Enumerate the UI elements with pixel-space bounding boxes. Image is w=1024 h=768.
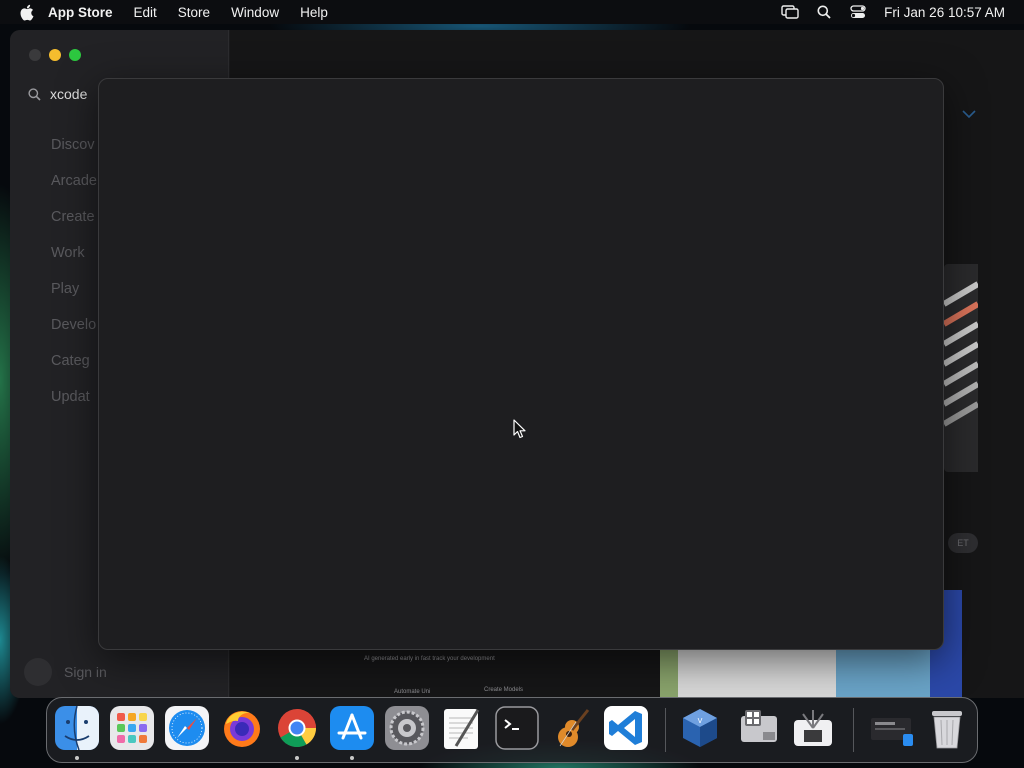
sidebar-item-arcade[interactable]: Arcade [51,171,97,207]
sign-in-label: Sign in [64,664,107,680]
dock-chrome-icon[interactable] [275,706,319,750]
apple-logo-icon[interactable] [16,2,36,22]
sign-in-button[interactable]: Sign in [24,658,107,686]
dock-vscode-icon[interactable] [604,706,648,750]
dock-separator [853,708,854,752]
spotlight-search-icon[interactable] [814,2,834,22]
menu-edit[interactable]: Edit [134,5,157,20]
control-center-icon[interactable] [848,2,868,22]
menu-bar-clock[interactable]: Fri Jan 26 10:57 AM [884,5,1005,20]
dock-virtualbox-icon[interactable]: V [678,706,722,750]
app-screenshot-thumbnail[interactable] [944,264,978,472]
dock-app-store-icon[interactable] [330,706,374,750]
running-indicator [350,756,354,760]
dock-downloads-stack-icon[interactable] [869,706,913,750]
chevron-down-icon[interactable] [962,106,976,122]
dock-textedit-icon[interactable] [440,706,484,750]
dock: V [46,697,978,763]
zoom-button[interactable] [69,49,81,61]
minimize-button[interactable] [49,49,61,61]
svg-text:V: V [698,717,703,725]
preview-caption: Automate Uni [394,689,431,695]
search-input[interactable]: xcode [50,86,87,102]
dock-garageband-icon[interactable] [550,706,594,750]
sidebar-item-create[interactable]: Create [51,207,97,243]
preview-caption: Create Models [484,687,524,693]
dock-system-information-icon[interactable] [791,706,835,750]
search-icon [26,86,42,102]
menu-help[interactable]: Help [300,5,328,20]
menu-bar: App Store Edit Store Window Help Fri Jan… [0,0,1024,24]
running-indicator [295,756,299,760]
dock-firefox-icon[interactable] [220,706,264,750]
dock-terminal-icon[interactable] [495,706,539,750]
sidebar-item-work[interactable]: Work [51,243,97,279]
search-field[interactable]: xcode [26,86,87,102]
preview-caption: AI generated early in fast track your de… [364,656,495,662]
sidebar-item-play[interactable]: Play [51,279,97,315]
get-button[interactable]: ET [948,533,978,553]
mouse-pointer-icon [513,419,527,439]
sidebar-nav: Discov Arcade Create Work Play Develo Ca… [51,135,97,423]
sidebar-item-updates[interactable]: Updat [51,387,97,423]
sidebar-item-develop[interactable]: Develo [51,315,97,351]
dock-bootcamp-icon[interactable] [737,706,781,750]
dock-launchpad-icon[interactable] [110,706,154,750]
menu-app-name[interactable]: App Store [48,5,113,20]
window-controls [29,49,81,61]
screen-mirroring-icon[interactable] [780,2,800,22]
menu-store[interactable]: Store [178,5,210,20]
dock-trash-icon[interactable] [925,706,969,750]
sidebar-item-discover[interactable]: Discov [51,135,97,171]
dock-safari-icon[interactable] [165,706,209,750]
menu-window[interactable]: Window [231,5,279,20]
close-button[interactable] [29,49,41,61]
sidebar-item-categories[interactable]: Categ [51,351,97,387]
running-indicator [75,756,79,760]
modal-sheet[interactable] [98,78,944,650]
dock-system-settings-icon[interactable] [385,706,429,750]
dock-separator [665,708,666,752]
avatar [24,658,52,686]
dock-finder-icon[interactable] [55,706,99,750]
